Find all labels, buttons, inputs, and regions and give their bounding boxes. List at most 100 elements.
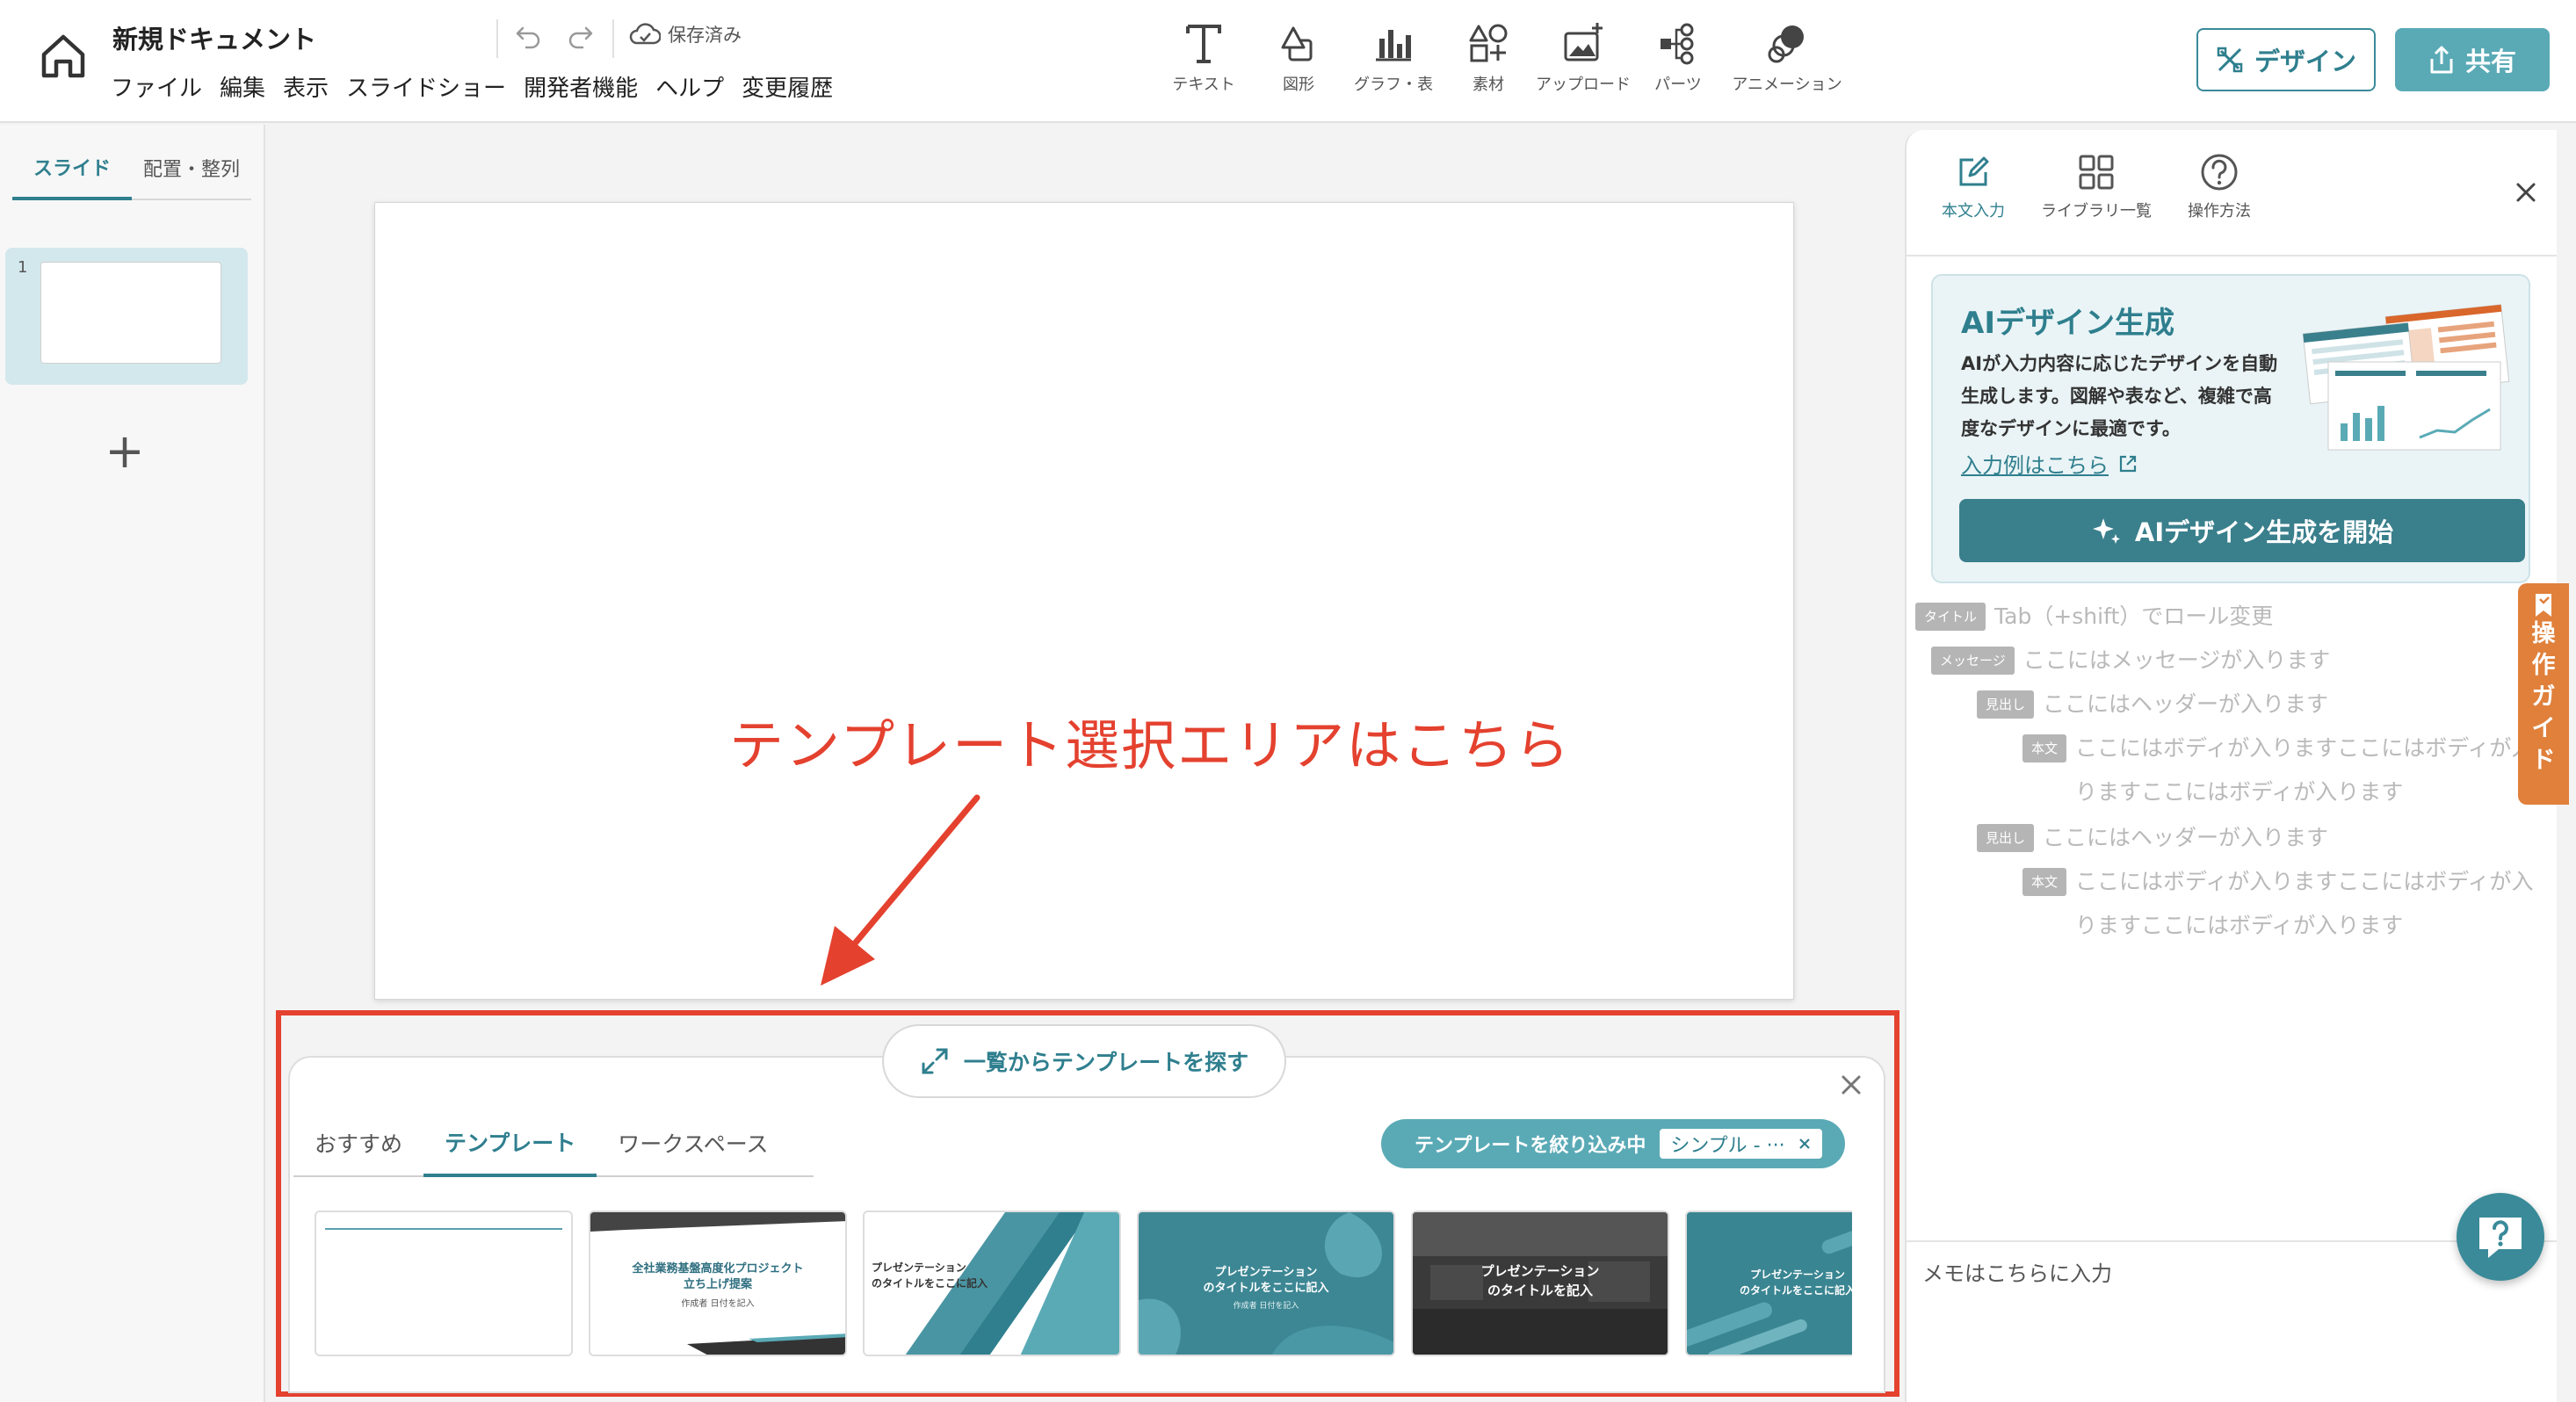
document-title[interactable]: 新規ドキュメント bbox=[112, 19, 316, 56]
outline-text: ここにはメッセージが入ります bbox=[2022, 647, 2331, 673]
tab-library[interactable]: ライブラリ一覧 bbox=[2041, 153, 2152, 221]
slide-thumbnail-item[interactable]: 1 bbox=[5, 248, 248, 385]
template-card[interactable]: プレゼンテーション のタイトルをここに記入 bbox=[1685, 1210, 1852, 1356]
tab-templates[interactable]: テンプレート bbox=[423, 1110, 597, 1177]
design-button[interactable]: デザイン bbox=[2196, 28, 2376, 91]
menu-view[interactable]: 表示 bbox=[283, 70, 329, 103]
left-sidebar: スライド 配置・整列 1 + bbox=[0, 125, 265, 1402]
menu-history[interactable]: 変更履歴 bbox=[742, 70, 833, 103]
slide-canvas[interactable] bbox=[374, 202, 1794, 1000]
template-tabs: おすすめ テンプレート ワークスペース bbox=[293, 1110, 814, 1177]
menu-slideshow[interactable]: スライドショー bbox=[346, 70, 506, 103]
menu-developer[interactable]: 開発者機能 bbox=[524, 70, 638, 103]
help-chat-button[interactable] bbox=[2457, 1193, 2544, 1281]
close-icon[interactable] bbox=[1798, 1137, 1812, 1151]
animation-icon bbox=[1768, 25, 1804, 63]
slide-thumbnail[interactable] bbox=[40, 262, 221, 364]
template-card[interactable]: プレゼンテーション のタイトルを記入 bbox=[1411, 1210, 1669, 1356]
upload-icon bbox=[1564, 23, 1603, 61]
template-card[interactable] bbox=[315, 1210, 573, 1356]
role-badge: タイトル bbox=[1915, 603, 1986, 631]
role-badge: 本文 bbox=[2022, 868, 2067, 896]
outline-row[interactable]: 見出し ここにはヘッダーが入ります bbox=[1977, 824, 2328, 860]
ai-generate-button[interactable]: AIデザイン生成を開始 bbox=[1959, 499, 2525, 562]
outline-row[interactable]: 本文 ここにはボディが入りますここにはボディが入 りますここにはボディが入ります bbox=[2022, 868, 2534, 948]
menu-file[interactable]: ファイル bbox=[111, 70, 202, 103]
redo-icon[interactable] bbox=[565, 21, 595, 51]
save-status: 保存済み bbox=[629, 21, 742, 47]
role-badge: 本文 bbox=[2022, 734, 2067, 762]
menu-edit[interactable]: 編集 bbox=[220, 70, 265, 103]
bookmark-icon bbox=[2536, 594, 2551, 617]
operation-guide-char: イ bbox=[2531, 715, 2556, 742]
tool-animation[interactable]: アニメーション bbox=[1726, 21, 1849, 95]
close-icon[interactable] bbox=[1836, 1070, 1866, 1100]
outline-text: ここにはヘッダーが入ります bbox=[2043, 825, 2329, 850]
undo-icon[interactable] bbox=[514, 21, 544, 51]
browse-templates-button[interactable]: 一覧からテンプレートを探す bbox=[882, 1024, 1286, 1098]
operation-guide-char: ガ bbox=[2531, 683, 2556, 711]
external-link-icon bbox=[2119, 455, 2137, 472]
sparkle-icon bbox=[2092, 518, 2120, 544]
tool-upload[interactable]: アップロード bbox=[1536, 21, 1631, 95]
menu-bar: ファイル 編集 表示 スライドショー 開発者機能 ヘルプ 変更履歴 bbox=[111, 70, 833, 103]
tab-how-to[interactable]: 操作方法 bbox=[2170, 153, 2268, 221]
edit-icon bbox=[1959, 156, 1989, 186]
tool-text[interactable]: テキスト bbox=[1156, 21, 1251, 95]
add-slide-button[interactable]: + bbox=[104, 428, 146, 475]
operation-guide-tab[interactable]: 操作ガイド bbox=[2518, 583, 2569, 805]
input-example-link[interactable]: 入力例はこちら bbox=[1961, 448, 2138, 479]
close-icon[interactable] bbox=[2513, 179, 2539, 206]
annotation-callout: テンプレート選択エリアはこちら bbox=[729, 713, 1572, 777]
expand-icon bbox=[922, 1048, 948, 1074]
slide-number: 1 bbox=[18, 258, 28, 277]
parts-icon bbox=[1661, 23, 1694, 65]
tab-recommended[interactable]: おすすめ bbox=[293, 1110, 423, 1175]
ai-design-card: AIデザイン生成 AIが入力内容に応じたデザインを自動生成します。図解や表など、… bbox=[1931, 274, 2530, 583]
filter-label: テンプレートを絞り込み中 bbox=[1415, 1135, 1646, 1157]
ai-preview-image bbox=[2302, 304, 2510, 451]
left-tabs: スライド 配置・整列 bbox=[12, 137, 251, 200]
template-card[interactable]: プレゼンテーション のタイトルをここに記入 作成者 日付を記入 bbox=[1137, 1210, 1395, 1356]
filter-tag[interactable]: シンプル - ··· bbox=[1660, 1129, 1822, 1159]
tool-shape[interactable]: 図形 bbox=[1251, 21, 1346, 95]
outline-row[interactable]: 見出し ここにはヘッダーが入ります bbox=[1977, 690, 2328, 726]
role-badge: 見出し bbox=[1977, 690, 2035, 719]
material-icon bbox=[1469, 24, 1508, 62]
annotation-arrow-icon bbox=[821, 794, 980, 986]
question-chat-icon bbox=[2479, 1218, 2522, 1258]
memo-input[interactable]: メモはこちらに入力 bbox=[1922, 1256, 2112, 1287]
template-filter-chip[interactable]: テンプレートを絞り込み中 シンプル - ··· bbox=[1381, 1119, 1845, 1168]
share-icon bbox=[2430, 46, 2453, 74]
outline-row[interactable]: タイトル Tab（+shift）でロール変更 bbox=[1915, 603, 2273, 639]
template-line-decoration bbox=[325, 1228, 562, 1230]
question-icon bbox=[2201, 154, 2238, 191]
ai-card-description: AIが入力内容に応じたデザインを自動生成します。図解や表など、複雑で高度なデザイ… bbox=[1961, 353, 2278, 439]
template-card[interactable]: 全社業務基盤高度化プロジェクト 立ち上げ提案 作成者 日付を記入 bbox=[589, 1210, 847, 1356]
tool-parts[interactable]: パーツ bbox=[1631, 21, 1726, 95]
outline-row[interactable]: 本文 ここにはボディが入りますここにはボディが入 りますここにはボディが入ります bbox=[2022, 734, 2534, 814]
share-button[interactable]: 共有 bbox=[2395, 28, 2550, 91]
operation-guide-char: 操 bbox=[2531, 620, 2556, 647]
outline-text: ここにはボディが入りますここにはボディが入 bbox=[2075, 869, 2534, 894]
save-status-label: 保存済み bbox=[668, 25, 742, 46]
template-list: 全社業務基盤高度化プロジェクト 立ち上げ提案 作成者 日付を記入 プレゼンテーシ… bbox=[315, 1210, 1852, 1356]
tab-workspace[interactable]: ワークスペース bbox=[597, 1110, 789, 1175]
template-card[interactable]: プレゼンテーション のタイトルをここに記入 bbox=[863, 1210, 1121, 1356]
text-outline-editor[interactable]: タイトル Tab（+shift）でロール変更 メッセージ ここにはメッセージが入… bbox=[1914, 603, 2555, 972]
outline-row[interactable]: メッセージ ここにはメッセージが入ります bbox=[1931, 647, 2330, 683]
menu-help[interactable]: ヘルプ bbox=[655, 70, 724, 103]
tab-slides[interactable]: スライド bbox=[12, 137, 132, 200]
outline-text: ここにはボディが入りますここにはボディが入 bbox=[2075, 735, 2534, 761]
home-icon[interactable] bbox=[37, 30, 90, 83]
tool-chart[interactable]: グラフ・表 bbox=[1346, 21, 1441, 95]
tab-text-input[interactable]: 本文入力 bbox=[1924, 153, 2022, 221]
grid-icon bbox=[2079, 155, 2114, 190]
tab-arrange[interactable]: 配置・整列 bbox=[132, 137, 251, 199]
outline-text: りますここにはボディが入ります bbox=[2075, 913, 2404, 938]
top-header: 新規ドキュメント ファイル 編集 表示 スライドショー 開発者機能 ヘルプ 変更… bbox=[0, 0, 2576, 123]
tool-material[interactable]: 素材 bbox=[1441, 21, 1536, 95]
outline-text: Tab（+shift）でロール変更 bbox=[1994, 603, 2274, 629]
shape-icon bbox=[1281, 26, 1313, 61]
operation-guide-char: 作 bbox=[2531, 652, 2556, 679]
